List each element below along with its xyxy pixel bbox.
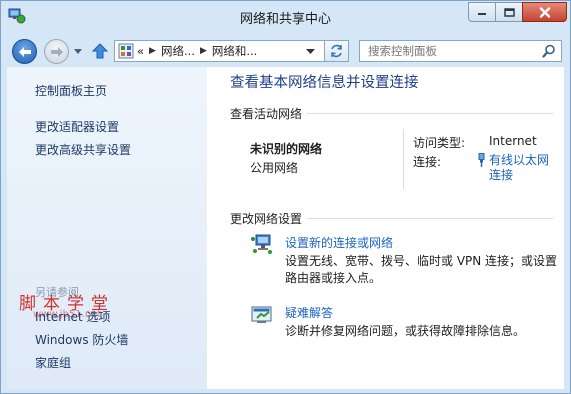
access-type-label: 访问类型: — [413, 136, 466, 150]
section-divider — [307, 218, 553, 219]
page-title: 查看基本网络信息并设置连接 — [230, 75, 419, 91]
ethernet-connection-link-line1[interactable]: 有线以太网 — [489, 153, 549, 168]
sidebar: 控制面板主页 更改适配器设置 更改高级共享设置 另请参阅 脚本学堂 www.jb… — [7, 67, 207, 389]
search-box[interactable] — [359, 40, 562, 62]
section-divider — [307, 113, 553, 114]
network-info-divider — [403, 129, 404, 189]
troubleshoot-description: 诊断并修复网络问题，或获得故障排除信息。 — [285, 324, 526, 338]
troubleshoot-icon[interactable] — [250, 303, 274, 327]
connections-label: 连接: — [413, 155, 442, 169]
forward-arrow-icon — [50, 46, 63, 57]
maximize-button[interactable] — [495, 2, 522, 22]
back-arrow-icon — [18, 46, 31, 57]
recent-pages-dropdown[interactable] — [73, 46, 83, 56]
main-panel: 查看基本网络信息并设置连接 查看活动网络 未识别的网络 公用网络 访问类型: I… — [207, 67, 564, 389]
ethernet-connection-link[interactable]: 有线以太网 连接 — [489, 153, 549, 183]
ethernet-icon — [478, 153, 485, 167]
breadcrumb-separator[interactable]: ▶ — [149, 46, 156, 56]
search-input[interactable] — [368, 43, 538, 59]
change-settings-heading: 更改网络设置 — [230, 212, 303, 226]
refresh-icon — [331, 44, 342, 58]
up-arrow-icon[interactable] — [91, 42, 109, 60]
title-bar[interactable]: 网络和共享中心 — [1, 1, 570, 33]
sidebar-link-homegroup[interactable]: 家庭组 — [35, 354, 71, 371]
new-connection-icon[interactable] — [250, 232, 274, 256]
close-icon — [539, 6, 550, 18]
address-bar[interactable]: « ▶ 网络... ▶ 网络和... — [114, 40, 349, 62]
access-type-value: Internet — [489, 134, 537, 148]
setup-connection-description: 设置无线、宽带、拨号、临时或 VPN 连接；或设置路由器或接入点。 — [285, 254, 558, 285]
sidebar-link-windows-firewall[interactable]: Windows 防火墙 — [35, 331, 128, 348]
refresh-button[interactable] — [324, 40, 349, 62]
close-button[interactable] — [522, 2, 567, 22]
setup-connection-link[interactable]: 设置新的连接或网络 — [285, 234, 393, 251]
window: 网络和共享中心 « ▶ 网络... ▶ 网络和... 搜索控制面板 控制面板主页… — [0, 0, 571, 394]
control-panel-icon — [118, 43, 134, 59]
breadcrumb-network-center[interactable]: 网络和... — [212, 43, 257, 59]
back-button[interactable] — [12, 39, 37, 64]
breadcrumb-separator[interactable]: ▶ — [200, 46, 207, 56]
network-type: 公用网络 — [250, 161, 299, 175]
sidebar-link-change-adapter[interactable]: 更改适配器设置 — [35, 118, 119, 135]
troubleshoot-link[interactable]: 疑难解答 — [285, 304, 333, 321]
sidebar-link-control-panel-home[interactable]: 控制面板主页 — [35, 82, 107, 99]
ethernet-connection-link-line2[interactable]: 连接 — [489, 168, 549, 183]
content-area: 控制面板主页 更改适配器设置 更改高级共享设置 另请参阅 脚本学堂 www.jb… — [7, 67, 564, 389]
minimize-button[interactable] — [468, 2, 495, 22]
forward-button[interactable] — [44, 39, 69, 64]
sidebar-link-internet-options[interactable]: Internet 选项 — [35, 308, 110, 325]
network-name: 未识别的网络 — [250, 142, 323, 156]
search-icon[interactable] — [542, 44, 556, 58]
active-networks-heading: 查看活动网络 — [230, 107, 303, 121]
breadcrumb-overflow[interactable]: « — [137, 44, 144, 58]
minimize-icon — [478, 13, 486, 15]
maximize-icon — [503, 7, 515, 17]
navigation-bar: « ▶ 网络... ▶ 网络和... — [1, 33, 570, 67]
breadcrumb-network[interactable]: 网络... — [161, 43, 195, 59]
sidebar-link-advanced-sharing[interactable]: 更改高级共享设置 — [35, 141, 131, 158]
address-dropdown-icon[interactable] — [306, 47, 315, 55]
